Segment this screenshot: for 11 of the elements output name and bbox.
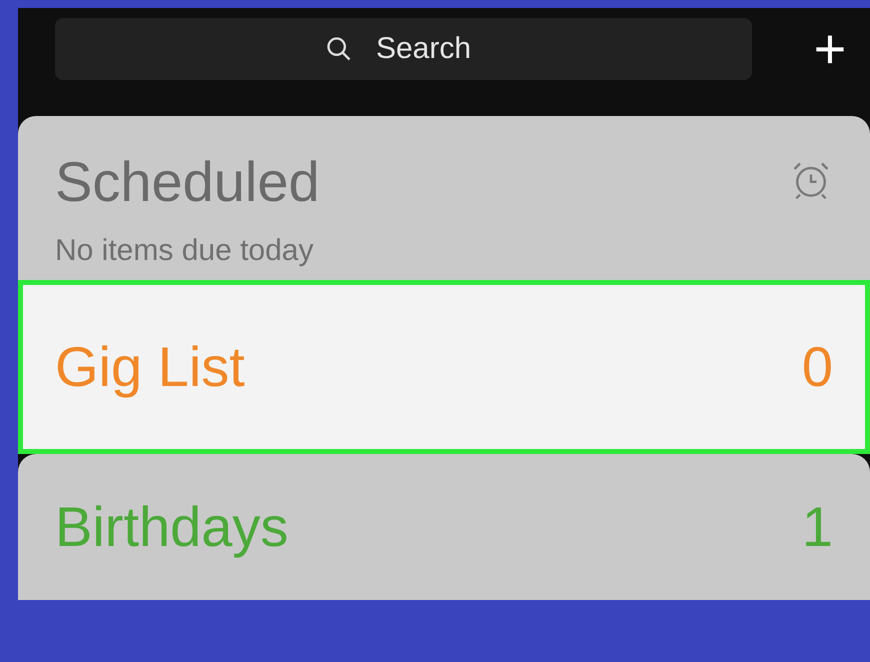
list-name: Gig List bbox=[55, 334, 245, 400]
scheduled-subtitle: No items due today bbox=[55, 233, 314, 270]
list-count: 0 bbox=[802, 334, 833, 400]
list-row[interactable]: Birthdays 1 bbox=[18, 454, 870, 600]
add-button[interactable]: + bbox=[802, 18, 858, 80]
list-name: Birthdays bbox=[55, 494, 288, 560]
scheduled-card[interactable]: Scheduled No items due today bbox=[18, 116, 870, 280]
search-field[interactable]: Search bbox=[55, 18, 752, 80]
scheduled-title: Scheduled bbox=[55, 154, 320, 210]
list-count: 1 bbox=[802, 494, 833, 560]
list-row[interactable]: Gig List 0 bbox=[18, 280, 870, 454]
